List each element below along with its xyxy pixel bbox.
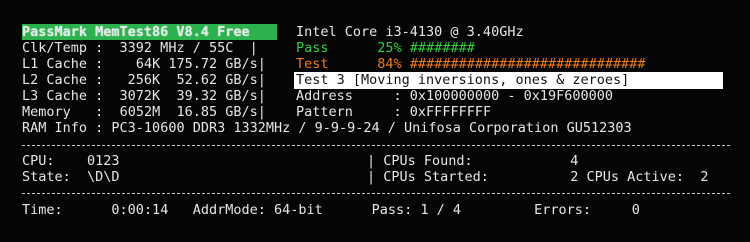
cpus-started-value: 2 — [570, 169, 579, 185]
memory-row: Memory : 6052M 16.85 GB/s| — [22, 104, 266, 120]
addrmode-label: AddrMode: — [192, 202, 266, 218]
test-progress-bar: ############################# — [409, 56, 646, 72]
l1-cache-row: L1 Cache : 64K 175.72 GB/s| — [22, 56, 266, 72]
state-label: State: — [22, 169, 71, 185]
cpu-label: CPU: — [22, 153, 55, 169]
memory-speed: 16.85 GB/s — [176, 104, 258, 120]
clk-temp-label: Clk/Temp — [22, 40, 88, 56]
address-label: Address — [296, 88, 353, 104]
address-row: Address : 0x100000000 - 0x19F600000 — [296, 88, 613, 104]
cpus-found-row: | CPUs Found: 4 — [367, 153, 579, 169]
footer-pass-label: Pass: — [371, 202, 413, 218]
pattern-row: Pattern : 0xFFFFFFFF — [296, 104, 491, 120]
errors-value: 0 — [631, 202, 640, 218]
l2-cache-size: 256K — [127, 72, 161, 88]
cpus-started-label: CPUs Started: — [383, 169, 489, 185]
footer-row: Time: 0:00:14 AddrMode: 64-bit Pass: 1 /… — [22, 202, 640, 218]
clk-temp-row: Clk/Temp : 3392 MHz / 55C | — [22, 40, 258, 56]
divider-top — [22, 145, 730, 146]
time-label: Time: — [22, 202, 63, 218]
test-label: Test — [296, 56, 329, 72]
pass-progress-bar: ######## — [409, 40, 475, 56]
divider-bottom — [22, 193, 730, 194]
l3-cache-label: L3 Cache — [22, 88, 88, 104]
pass-percent: 25% — [377, 40, 402, 56]
cpu-name: Intel Core i3-4130 @ 3.40GHz — [296, 24, 524, 40]
l2-cache-row: L2 Cache : 256K 52.62 GB/s| — [22, 72, 266, 88]
l3-cache-speed: 39.32 GB/s — [176, 88, 258, 104]
test-percent: 84% — [377, 56, 402, 72]
cpus-started-row: | CPUs Started: 2 CPUs Active: 2 — [367, 169, 709, 185]
memtest-screen: PassMark MemTest86 V8.4 Free Intel Core … — [0, 0, 750, 242]
pass-label: Pass — [296, 40, 329, 56]
l1-cache-speed: 175.72 GB/s — [168, 56, 258, 72]
test-progress-row: Test 84% ############################# — [296, 56, 646, 72]
l1-cache-size: 64K — [135, 56, 161, 72]
l3-cache-row: L3 Cache : 3072K 39.32 GB/s| — [22, 88, 266, 104]
l3-cache-size: 3072K — [119, 88, 161, 104]
cpus-active-label: CPUs Active: — [586, 169, 685, 185]
memory-size: 6052M — [119, 104, 161, 120]
pass-progress-row: Pass 25% ######## — [296, 40, 475, 56]
l2-cache-label: L2 Cache — [22, 72, 88, 88]
errors-label: Errors: — [534, 202, 592, 218]
current-test-description: Test 3 [Moving inversions, ones & zeroes… — [294, 72, 723, 89]
pattern-label: Pattern — [296, 104, 353, 120]
ram-info-label: RAM Info — [22, 120, 88, 136]
time-value: 0:00:14 — [111, 202, 169, 218]
address-value: : 0x100000000 - 0x19F600000 — [393, 88, 613, 104]
ram-info-row: RAM Info : PC3-10600 DDR3 1332MHz / 9-9-… — [22, 120, 632, 136]
cpu-value: 0123 — [87, 153, 120, 169]
cpus-active-value: 2 — [700, 169, 709, 185]
clk-temp-value: 3392 MHz / 55C — [119, 40, 234, 56]
l1-cache-label: L1 Cache — [22, 56, 88, 72]
state-row: State: \D\D — [22, 169, 120, 185]
cpus-found-value: 4 — [570, 153, 579, 169]
memory-label: Memory — [22, 104, 71, 120]
app-title: PassMark MemTest86 V8.4 Free — [22, 24, 277, 40]
pattern-value: : 0xFFFFFFFF — [393, 104, 492, 120]
state-value: \D\D — [87, 169, 120, 185]
footer-pass-value: 1 / 4 — [420, 202, 461, 218]
cpus-found-label: CPUs Found: — [383, 153, 473, 169]
ram-info-value: PC3-10600 DDR3 1332MHz / 9-9-9-24 / Unif… — [111, 120, 632, 136]
addrmode-value: 64-bit — [274, 202, 323, 218]
cpu-row: CPU: 0123 — [22, 153, 120, 169]
l2-cache-speed: 52.62 GB/s — [176, 72, 258, 88]
